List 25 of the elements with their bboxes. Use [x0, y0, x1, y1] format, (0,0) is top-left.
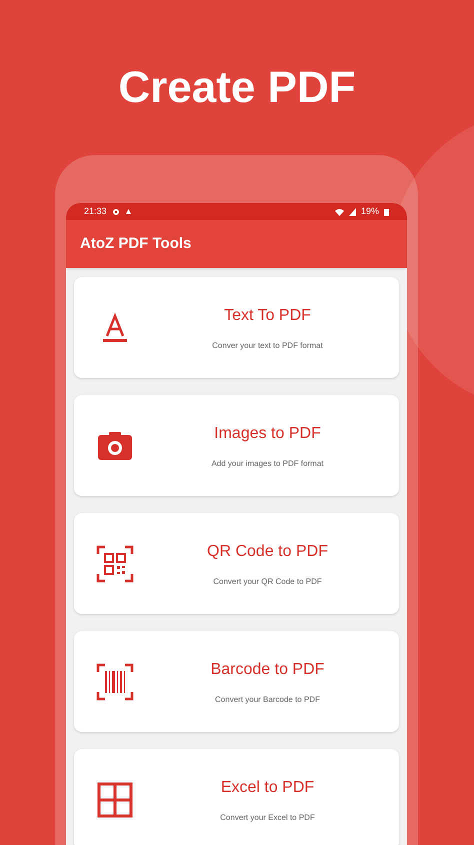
app-title: AtoZ PDF Tools	[80, 234, 192, 254]
battery-text: 19%	[360, 204, 379, 218]
tool-card[interactable]: Text To PDF Conver your text to PDF format	[74, 277, 399, 378]
grid-icon	[95, 780, 135, 820]
tool-subtitle: Convert your Barcode to PDF	[215, 694, 320, 706]
tool-subtitle: Convert your QR Code to PDF	[213, 576, 322, 588]
tool-card[interactable]: Barcode to PDF Convert your Barcode to PDF	[74, 631, 399, 732]
tool-card[interactable]: Images to PDF Add your images to PDF format	[74, 395, 399, 496]
wifi-icon	[334, 208, 344, 216]
signal-icon	[348, 208, 356, 216]
battery-icon	[384, 208, 389, 216]
tool-card[interactable]: Excel to PDF Convert your Excel to PDF	[74, 749, 399, 845]
tool-card[interactable]: QR Code to PDF Convert your QR Code to PDF	[74, 513, 399, 614]
tool-title: Text To PDF	[224, 306, 311, 326]
tool-title: QR Code to PDF	[207, 542, 328, 562]
barcode-icon	[95, 662, 135, 702]
tool-subtitle: Convert your Excel to PDF	[220, 812, 315, 824]
status-time: 21:33	[84, 204, 107, 218]
tool-subtitle: Add your images to PDF format	[211, 458, 324, 470]
tool-title: Excel to PDF	[220, 778, 314, 798]
headline: Create PDF	[118, 62, 356, 114]
tool-title: Barcode to PDF	[210, 660, 324, 680]
qr-code-icon	[95, 544, 135, 584]
tool-subtitle: Conver your text to PDF format	[212, 340, 323, 352]
tool-title: Images to PDF	[214, 424, 321, 444]
